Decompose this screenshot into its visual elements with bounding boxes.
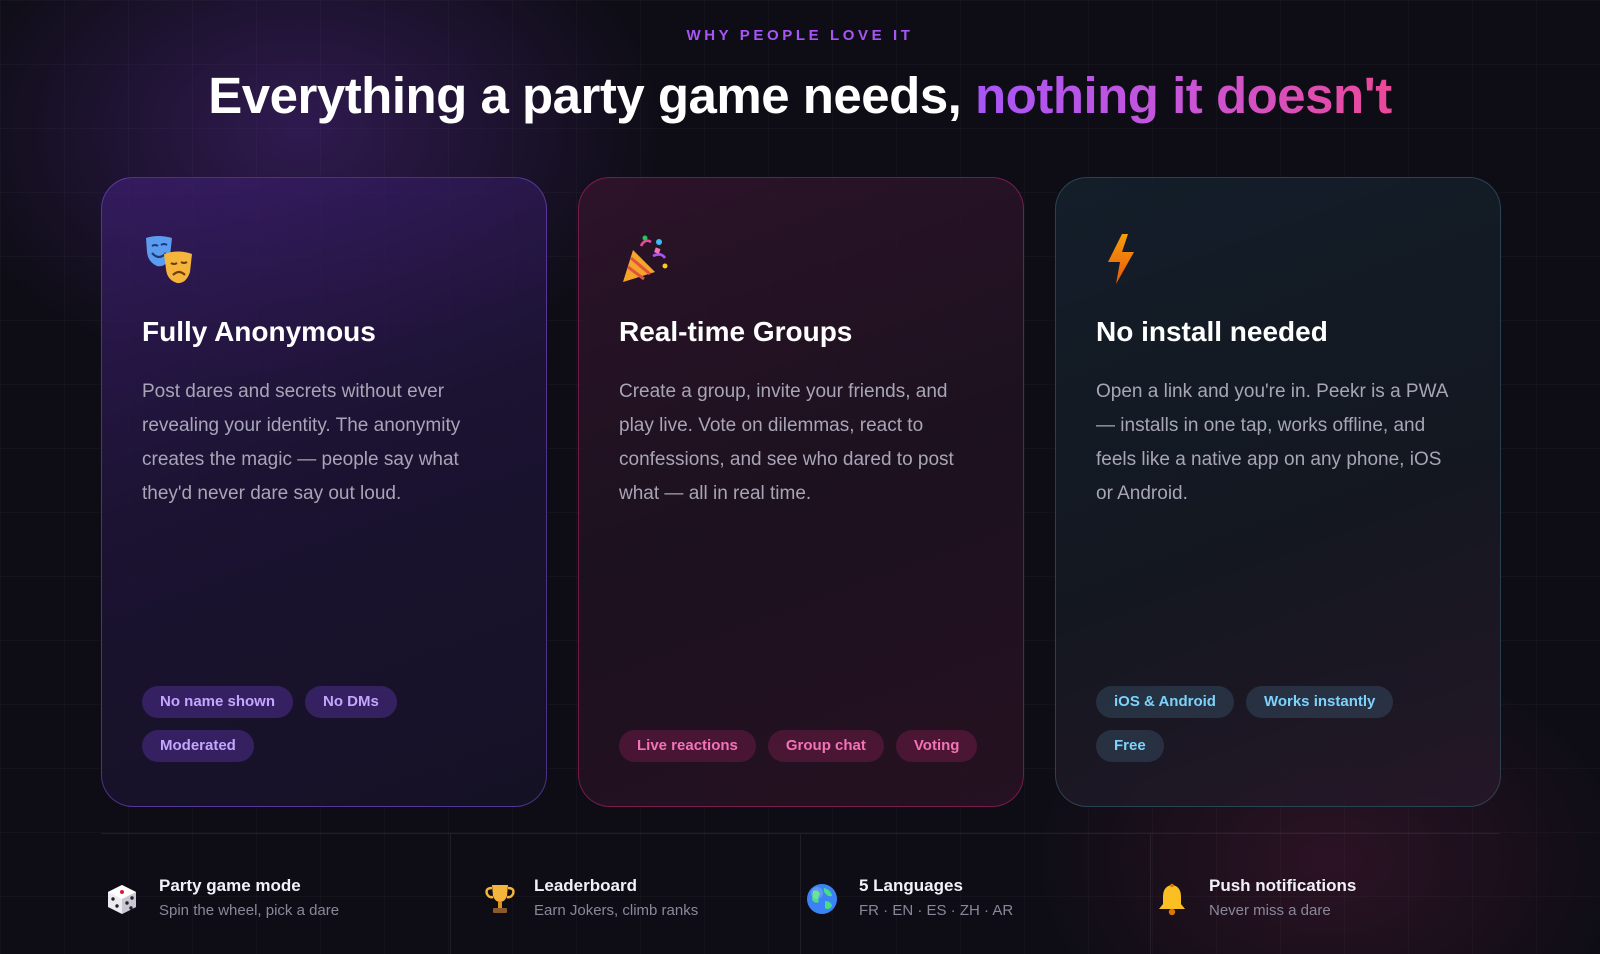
- bell-icon: [1155, 882, 1189, 916]
- card-description: Open a link and you're in. Peekr is a PW…: [1096, 381, 1448, 504]
- feature-title: Leaderboard: [534, 876, 637, 895]
- card-chips: Live reactions Group chat Voting: [619, 730, 989, 762]
- feature-title: Push notifications: [1209, 876, 1357, 895]
- feature-card-realtime-groups: Real-time Groups Create a group, invite …: [578, 177, 1024, 807]
- why-people-love-it-section: WHY PEOPLE LOVE IT Everything a party ga…: [0, 0, 1600, 954]
- feature-card-no-install: No install needed Open a link and you're…: [1055, 177, 1501, 807]
- section-eyebrow: WHY PEOPLE LOVE IT: [686, 27, 914, 44]
- card-title: Fully Anonymous: [142, 316, 376, 347]
- card-title: No install needed: [1096, 316, 1328, 347]
- trophy-icon: [483, 882, 517, 916]
- feature-push-notifications: Push notifications Never miss a dare: [1151, 834, 1500, 954]
- feature-card-anonymous: Fully Anonymous Post dares and secrets w…: [101, 177, 547, 807]
- feature-title: Party game mode: [159, 876, 301, 895]
- chip-moderated: Moderated: [142, 730, 254, 762]
- headline-main: Everything a party game needs,: [208, 67, 976, 124]
- card-title: Real-time Groups: [619, 316, 853, 347]
- chip-live-reactions: Live reactions: [619, 730, 756, 762]
- party-popper-icon: [619, 232, 671, 286]
- theater-masks-icon: [142, 232, 194, 286]
- feature-subtitle: Earn Jokers, climb ranks: [534, 902, 699, 919]
- feature-title: 5 Languages: [859, 876, 963, 895]
- dice-icon: [105, 882, 139, 916]
- chip-ios-android: iOS & Android: [1096, 686, 1234, 718]
- card-description: Create a group, invite your friends, and…: [619, 381, 954, 504]
- chip-group-chat: Group chat: [767, 730, 884, 762]
- chip-voting: Voting: [895, 730, 978, 762]
- feature-subtitle: Never miss a dare: [1209, 902, 1331, 919]
- feature-subtitle: Spin the wheel, pick a dare: [159, 902, 340, 919]
- section-headline: Everything a party game needs, nothing i…: [0, 66, 1600, 125]
- chip-free: Free: [1096, 730, 1164, 762]
- card-chips: iOS & Android Works instantly Free: [1096, 686, 1466, 762]
- lightning-bolt-icon: [1096, 232, 1148, 286]
- feature-languages: 5 Languages FR · EN · ES · ZH · AR: [801, 834, 1151, 954]
- chip-no-dms: No DMs: [305, 686, 397, 718]
- card-chips: No name shown No DMs Moderated: [142, 686, 512, 762]
- chip-no-name-shown: No name shown: [142, 686, 294, 718]
- card-description: Post dares and secrets without ever reve…: [142, 381, 461, 504]
- feature-party-game-mode: Party game mode Spin the wheel, pick a d…: [101, 834, 451, 954]
- globe-icon: [805, 882, 839, 916]
- headline-accent: nothing it doesn't: [975, 67, 1392, 124]
- feature-leaderboard: Leaderboard Earn Jokers, climb ranks: [451, 834, 801, 954]
- chip-works-instantly: Works instantly: [1245, 686, 1394, 718]
- feature-subtitle: FR · EN · ES · ZH · AR: [859, 902, 1014, 919]
- feature-strip: Party game mode Spin the wheel, pick a d…: [101, 833, 1500, 954]
